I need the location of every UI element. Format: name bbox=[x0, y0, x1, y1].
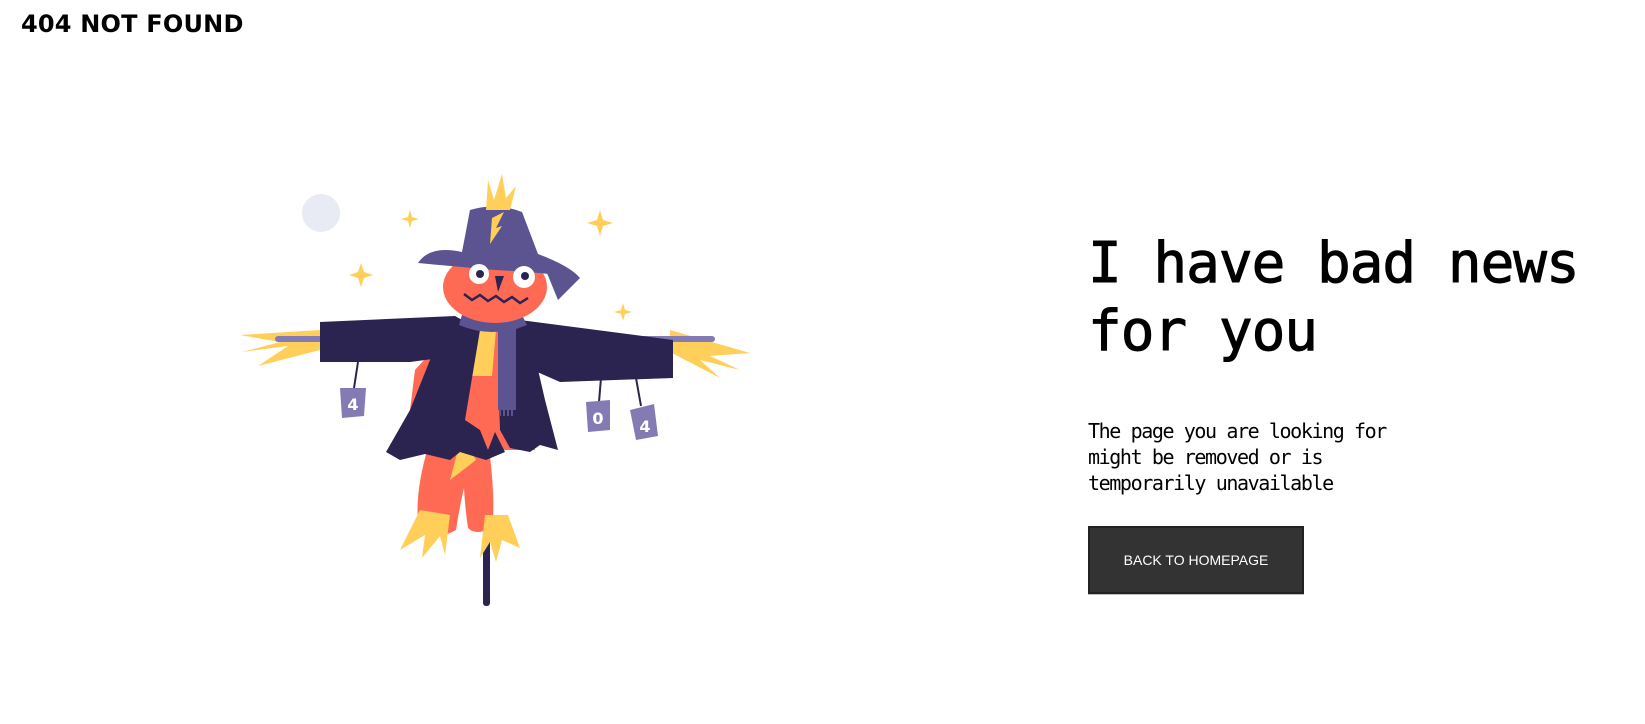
error-message: The page you are looking for might be re… bbox=[1088, 419, 1387, 495]
moon-icon bbox=[302, 194, 340, 232]
can-4-left: 4 bbox=[340, 361, 366, 418]
can-label: 4 bbox=[639, 417, 650, 436]
error-content: I have bad news for you The page you are… bbox=[1088, 230, 1628, 594]
can-0: 0 bbox=[586, 377, 610, 432]
back-to-homepage-button[interactable]: BACK TO HOMEPAGE bbox=[1088, 526, 1304, 594]
can-label: 4 bbox=[347, 395, 358, 414]
error-headline: I have bad news for you bbox=[1088, 231, 1581, 365]
site-title: 404 NOT FOUND bbox=[21, 10, 244, 38]
can-label: 0 bbox=[592, 409, 603, 428]
can-4-right: 4 bbox=[630, 377, 658, 440]
scarecrow-illustration: 4 0 4 bbox=[240, 174, 750, 606]
